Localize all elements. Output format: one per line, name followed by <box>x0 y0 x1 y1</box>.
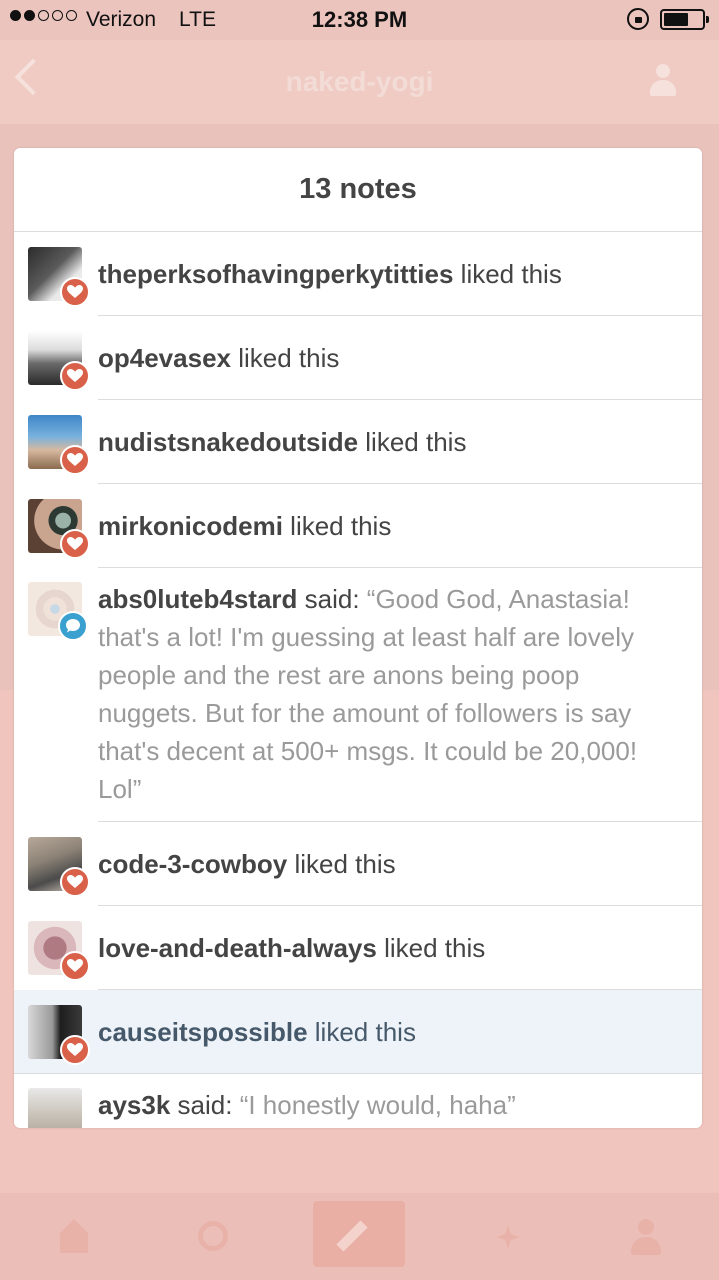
search-icon <box>196 1219 232 1255</box>
note-action-text: liked this <box>314 1017 416 1047</box>
note-action-text: liked this <box>294 849 396 879</box>
tab-bar <box>0 1193 719 1280</box>
note-item[interactable]: theperksofhavingperkytitties liked this <box>14 232 702 316</box>
note-item-selected[interactable]: causeitspossible liked this <box>14 990 702 1074</box>
notes-header: 13 notes <box>14 148 702 232</box>
note-username-link[interactable]: op4evasex <box>98 343 231 373</box>
notes-count-title: 13 notes <box>299 173 417 205</box>
rotation-lock-icon <box>627 8 649 30</box>
note-username-link[interactable]: love-and-death-always <box>98 933 377 963</box>
note-username-link[interactable]: ays3k <box>98 1090 170 1120</box>
note-action-text: liked this <box>384 933 486 963</box>
clock: 12:38 PM <box>311 7 408 32</box>
home-icon <box>56 1219 92 1255</box>
note-item[interactable]: code-3-cowboy liked this <box>14 822 702 906</box>
note-username-link[interactable]: theperksofhavingperkytitties <box>98 259 453 289</box>
note-username-link[interactable]: mirkonicodemi <box>98 511 283 541</box>
note-item[interactable]: ays3k said: “I honestly would, haha” <box>14 1074 702 1128</box>
activity-icon <box>490 1219 526 1255</box>
note-action-text: said: <box>304 584 360 614</box>
note-item[interactable]: mirkonicodemi liked this <box>14 484 702 568</box>
note-username-link[interactable]: nudistsnakedoutside <box>98 427 358 457</box>
notes-list[interactable]: theperksofhavingperkytitties liked this … <box>14 232 702 1128</box>
note-item[interactable]: abs0luteb4stard said: “Good God, Anastas… <box>14 568 702 822</box>
blog-title: naked-yogi <box>285 66 434 97</box>
note-item[interactable]: nudistsnakedoutside liked this <box>14 400 702 484</box>
notes-modal: 13 notes theperksofhavingperkytitties li… <box>14 148 702 1128</box>
note-action-text: liked this <box>290 511 392 541</box>
status-bar: Verizon LTE 12:38 PM <box>0 0 719 40</box>
note-action-text: liked this <box>460 259 562 289</box>
note-action-text: liked this <box>365 427 467 457</box>
reply-quote: “Good God, Anastasia! that's a lot! I'm … <box>98 584 638 804</box>
note-username-link[interactable]: causeitspossible <box>98 1017 308 1047</box>
compose-button <box>313 1201 405 1267</box>
reply-quote: “I honestly would, haha” <box>239 1090 516 1120</box>
user-icon <box>648 64 678 98</box>
note-action-text: said: <box>177 1090 233 1120</box>
note-item[interactable]: love-and-death-always liked this <box>14 906 702 990</box>
battery-icon <box>660 9 709 30</box>
note-item[interactable]: op4evasex liked this <box>14 316 702 400</box>
note-action-text: liked this <box>238 343 340 373</box>
note-username-link[interactable]: abs0luteb4stard <box>98 584 297 614</box>
pencil-icon <box>336 1220 368 1252</box>
note-username-link[interactable]: code-3-cowboy <box>98 849 287 879</box>
background-nav-bar: naked-yogi <box>0 40 719 124</box>
account-icon <box>628 1219 664 1255</box>
